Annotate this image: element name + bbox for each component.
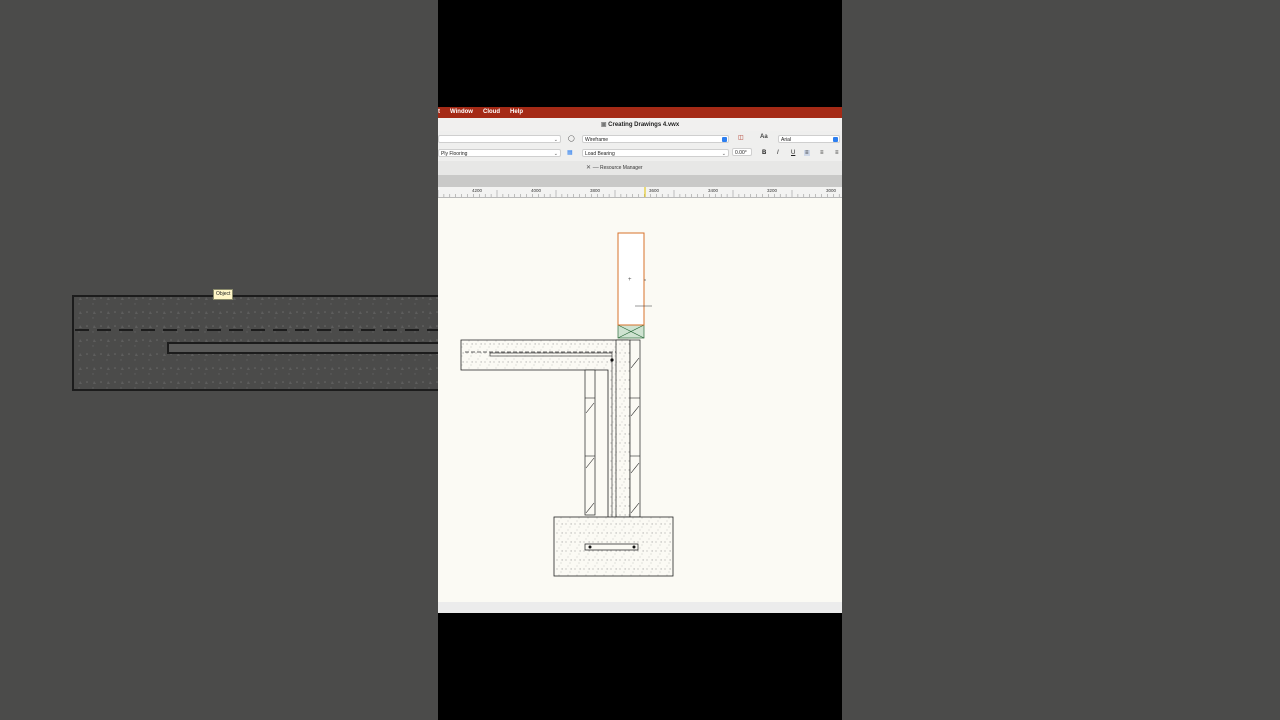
ruler-label: 4000 — [531, 188, 542, 193]
app-window: t Window Cloud Help ▣ Creating Drawings … — [438, 0, 842, 720]
underline-button[interactable]: U — [791, 150, 795, 156]
render-mode-value: Wireframe — [585, 137, 609, 143]
dropdown-indicator-icon — [722, 137, 727, 142]
align-center-icon[interactable]: ≡ — [820, 150, 824, 156]
align-left-icon[interactable]: ≡ — [804, 150, 810, 156]
font-select[interactable]: Arial — [778, 135, 840, 143]
concrete-footing[interactable] — [553, 516, 674, 577]
background-right — [842, 0, 1280, 720]
font-value: Arial — [781, 137, 792, 143]
bold-button[interactable]: B — [762, 150, 766, 156]
window-title: ▣ Creating Drawings 4.vwx — [438, 121, 842, 128]
ruler-label: 3600 — [649, 188, 660, 193]
menu-item-window[interactable]: Window — [450, 109, 473, 115]
rotation-value: 0.00° — [735, 150, 747, 156]
menu-item-partial[interactable]: t — [438, 109, 440, 115]
floor-type-select[interactable]: Ply Flooring ⌄ — [438, 149, 561, 157]
panel-divider — [438, 175, 842, 187]
object-info-toolbar: ⌄ Ply Flooring ⌄ ◯ ▦ Wireframe Load Bear… — [438, 131, 842, 161]
window-title-text: Creating Drawings 4.vwx — [608, 122, 680, 128]
class-select[interactable]: ⌄ — [438, 135, 561, 143]
render-mode-icon[interactable]: ◯ — [568, 135, 575, 142]
font-icon[interactable]: Aa — [760, 134, 768, 140]
ruler-label: 3200 — [767, 188, 778, 193]
dropdown-indicator-icon — [833, 137, 838, 142]
snap-tooltip: Object — [213, 289, 234, 300]
attributes-icon[interactable]: ◫ — [738, 134, 744, 141]
ruler-label: 3800 — [590, 188, 601, 193]
drawing-canvas[interactable]: + — [438, 198, 842, 602]
resource-manager-tab[interactable]: ✕ — Resource Manager — [438, 161, 842, 175]
italic-button[interactable]: I — [777, 150, 779, 156]
chevron-down-icon: ⌄ — [553, 137, 558, 143]
ruler-label: 3000 — [826, 188, 837, 193]
block-wall-right[interactable] — [615, 339, 641, 518]
ruler-label: 4200 — [472, 188, 483, 193]
horizontal-ruler[interactable]: 4200 4000 3800 3600 3400 3200 3000 — [438, 187, 842, 198]
wall-type-value: Load Bearing — [585, 151, 615, 157]
resource-manager-label: Resource Manager — [600, 165, 643, 171]
wall-type-select[interactable]: Load Bearing ⌄ — [582, 149, 729, 157]
foundation-detail-drawing[interactable]: + — [438, 198, 842, 602]
concrete-slab[interactable] — [460, 339, 629, 519]
chevron-down-icon: ⌄ — [721, 151, 726, 157]
chevron-down-icon: ⌄ — [553, 151, 558, 157]
svg-text:+: + — [628, 277, 632, 283]
title-bar: ▣ Creating Drawings 4.vwx — [438, 118, 842, 132]
zoomed-detail-graphic — [72, 295, 438, 391]
rebar-dot — [610, 358, 614, 362]
floor-type-value: Ply Flooring — [441, 151, 468, 157]
status-bar — [438, 602, 842, 613]
rotation-field[interactable]: 0.00° — [732, 148, 752, 156]
sill-plate[interactable] — [617, 324, 645, 339]
menu-item-cloud[interactable]: Cloud — [483, 109, 500, 115]
ruler-label: 3400 — [708, 188, 719, 193]
wall-style-icon[interactable]: ▦ — [567, 149, 573, 156]
align-right-icon[interactable]: ≡ — [835, 150, 839, 156]
ruler-ticks — [438, 187, 840, 197]
block-wall-left[interactable] — [584, 369, 596, 516]
selected-wall-object[interactable]: + — [617, 232, 652, 326]
menu-item-help[interactable]: Help — [510, 109, 523, 115]
close-icon[interactable]: ✕ — — [586, 164, 599, 171]
document-icon: ▣ — [600, 122, 607, 128]
menu-bar: t Window Cloud Help — [438, 107, 842, 118]
render-mode-select[interactable]: Wireframe — [582, 135, 729, 143]
background-zoomed-left — [0, 0, 438, 720]
